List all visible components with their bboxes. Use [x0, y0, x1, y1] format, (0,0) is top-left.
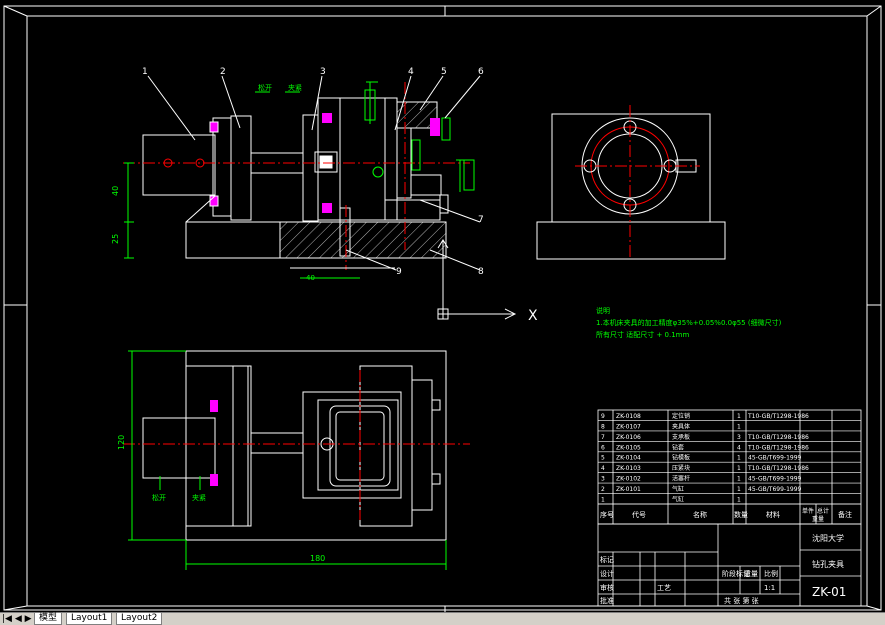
bom-cell-code: ZK-0103: [616, 465, 641, 472]
dim-40-vert: 40: [111, 186, 120, 196]
tb-ratio: 比例: [764, 569, 778, 578]
bom-cell-name: 压紧块: [672, 464, 690, 472]
side-view: [536, 105, 726, 260]
bom-cell-material: 45-GB/T699-1999: [748, 455, 802, 462]
bom-cell-code: ZK-0106: [616, 434, 641, 441]
dim-180-horiz: 180: [310, 554, 325, 563]
balloon-2: 2: [220, 67, 226, 77]
bom-cell-name: 夹具体: [672, 422, 690, 430]
tb-approve: 批准: [600, 596, 614, 605]
bom-cell-code: ZK-0105: [616, 444, 641, 451]
bom-cell-code: ZK-0101: [616, 486, 641, 493]
bom-cell-no: 2: [601, 486, 605, 493]
bom-cell-code: ZK-0102: [616, 476, 641, 483]
bom-header-material: 材料: [766, 510, 780, 519]
tb-sheet: 共 张 第 张: [724, 596, 759, 605]
dim-120-vert: 120: [117, 435, 126, 450]
ucs-icon: [437, 239, 517, 320]
balloon-5: 5: [441, 67, 447, 77]
bom-cell-material: T10-GB/T1298-1986: [747, 434, 809, 441]
bom-header-weight: 重量: [812, 515, 824, 523]
dim-25-vert: 25: [111, 234, 120, 244]
bom-cell-name: 支承板: [672, 433, 690, 441]
top-arrow-label-2: 夹紧: [192, 493, 206, 502]
bom-cell-no: 9: [601, 413, 605, 420]
bom-cell-no: 6: [601, 444, 605, 451]
tb-weight: 重量: [744, 570, 758, 578]
tb-drawing-name: 钻孔夹具: [812, 559, 844, 569]
bom-header-name: 名称: [693, 510, 707, 519]
tb-design: 设计: [600, 569, 614, 578]
bom-cell-name: 气缸: [672, 485, 684, 493]
tab-layout2[interactable]: Layout2: [116, 613, 163, 625]
bom-header-remark: 备注: [838, 510, 852, 519]
ucs-x-label: X: [528, 308, 538, 324]
svg-text:所有尺寸 适配尺寸 + 0.1mm: 所有尺寸 适配尺寸 + 0.1mm: [596, 330, 689, 339]
balloon-9: 9: [396, 267, 402, 277]
bom-cell-name: 气缸: [672, 496, 684, 504]
bom-cell-qty: 1: [737, 423, 741, 430]
bom-cell-qty: 1: [737, 413, 741, 420]
bom-cell-qty: 4: [737, 444, 741, 451]
bom-cell-qty: 3: [737, 434, 741, 441]
bom-cell-no: 7: [601, 434, 605, 441]
balloon-8: 8: [478, 267, 484, 277]
bom-header-total: 总计: [817, 507, 829, 515]
arrow-label-clamp: 夹紧: [288, 83, 302, 92]
tb-drawing-no: ZK-01: [812, 585, 846, 599]
cad-drawing-canvas[interactable]: 40 25 40 松开 夹紧 1 2 3 4 5 6 7 8 9 X 说明 1.…: [0, 0, 885, 612]
tab-model[interactable]: 模型: [34, 613, 63, 625]
bom-header-single: 单件: [802, 507, 814, 515]
bom-cell-qty: 1: [737, 497, 741, 504]
bom-cell-code: ZK-0107: [616, 423, 641, 430]
bom-cell-material: T10-GB/T1298-1986: [747, 444, 809, 451]
front-view: 40 25 40 松开 夹紧 1 2 3 4 5 6 7 8 9: [111, 67, 484, 282]
bom-cell-no: 5: [601, 455, 605, 462]
bom-cell-material: 45-GB/T699-1999: [748, 486, 802, 493]
bom-cell-no: 3: [601, 476, 605, 483]
balloon-7: 7: [478, 215, 484, 225]
bom-header-code: 代号: [632, 510, 646, 519]
tab-layout1[interactable]: Layout1: [66, 613, 113, 625]
bom-cell-material: T10-GB/T1298-1986: [747, 413, 809, 420]
bom-cell-no: 8: [601, 423, 605, 430]
tb-scale: 1:1: [764, 584, 775, 592]
bom-header-no: 序号: [600, 510, 614, 519]
bom-cell-material: T10-GB/T1298-1986: [747, 465, 809, 472]
tb-process: 工艺: [657, 584, 671, 592]
tb-check: 审核: [600, 583, 614, 592]
bom-cell-code: ZK-0108: [616, 413, 641, 420]
bom-cell-name: 定位销: [672, 412, 690, 420]
balloon-6: 6: [478, 67, 484, 77]
bom-header-qty: 数量: [734, 510, 748, 519]
bom-cell-name: 活塞杆: [672, 475, 690, 483]
bom-cell-material: 45-GB/T699-1999: [748, 476, 802, 483]
dim-bottom: 40: [306, 274, 315, 282]
bom-cell-qty: 1: [737, 455, 741, 462]
layout-tab-bar: |◀ ◀ ▶ ▶| 模型 Layout1 Layout2: [0, 612, 885, 625]
bom-cell-no: 1: [601, 497, 605, 504]
bom-cell-qty: 1: [737, 486, 741, 493]
balloon-1: 1: [142, 67, 148, 77]
svg-text:说明: 说明: [596, 306, 610, 315]
top-view: 120 180 松开 夹紧: [117, 350, 470, 570]
svg-text:1.本机床夹具的加工精度φ35%+0.05%0.0φ55 (: 1.本机床夹具的加工精度φ35%+0.05%0.0φ55 (细微尺寸): [596, 318, 782, 327]
bom-cell-code: ZK-0104: [616, 455, 641, 462]
bom-cell-no: 4: [601, 465, 605, 472]
balloon-3: 3: [320, 67, 326, 77]
top-arrow-label-1: 松开: [152, 493, 166, 502]
tb-marks: 标记: [600, 555, 614, 564]
technical-notes: 说明 1.本机床夹具的加工精度φ35%+0.05%0.0φ55 (细微尺寸) 所…: [596, 306, 782, 339]
bom-cell-qty: 1: [737, 465, 741, 472]
balloon-4: 4: [408, 67, 414, 77]
arrow-label-release: 松开: [258, 83, 272, 92]
bom-cell-name: 钻套: [672, 443, 684, 451]
bom-cell-qty: 1: [737, 476, 741, 483]
bom-cell-name: 钻模板: [672, 454, 690, 462]
tb-school: 沈阳大学: [812, 533, 844, 543]
